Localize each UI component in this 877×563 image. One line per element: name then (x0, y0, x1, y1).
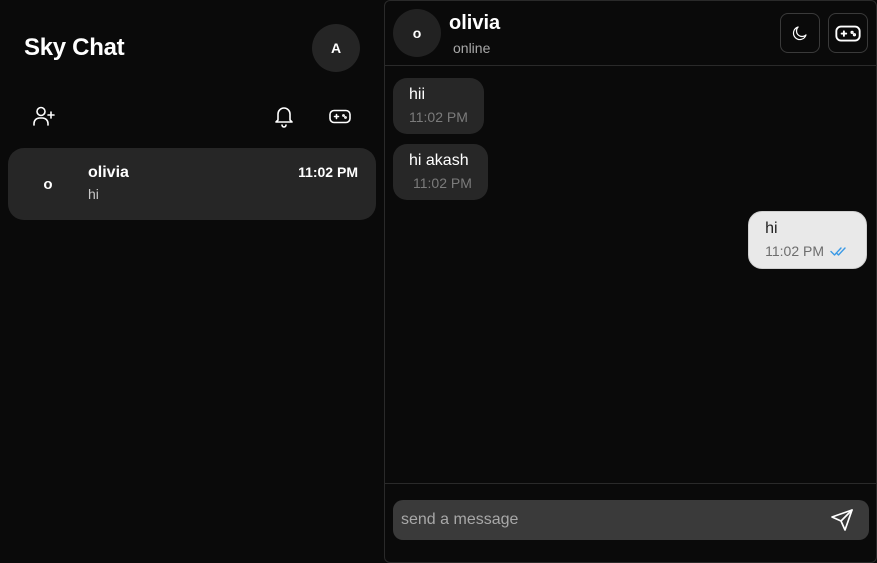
contact-avatar[interactable]: o (393, 9, 441, 57)
bell-icon (275, 107, 293, 128)
sidebar: Sky Chat A o olivia hi 11:02 PM (0, 0, 384, 563)
theme-toggle-button[interactable] (780, 13, 820, 53)
message-text: hi akash (409, 152, 469, 169)
games-button[interactable] (326, 102, 354, 130)
notifications-button[interactable] (270, 102, 298, 130)
composer (393, 500, 869, 540)
chat-header: o olivia online (385, 1, 876, 66)
conversation-time: 11:02 PM (298, 164, 358, 180)
message-time: 11:02 PM (765, 243, 824, 259)
add-friend-button[interactable] (30, 102, 58, 130)
conversation-avatar: o (43, 175, 53, 193)
message-meta: 11:02 PM (765, 242, 850, 260)
message-list: hii 11:02 PM hi akash 11:02 PM hi 11:02 … (385, 67, 876, 483)
gamepad-icon (835, 25, 861, 42)
message-bubble-incoming: hii 11:02 PM (393, 78, 484, 134)
games-header-button[interactable] (828, 13, 868, 53)
message-input[interactable] (393, 500, 813, 540)
moon-icon (792, 26, 807, 41)
conversation-preview: hi (88, 186, 99, 202)
message-time: 11:02 PM (409, 109, 468, 125)
gamepad-icon (329, 109, 351, 124)
contact-status: online (453, 40, 491, 56)
send-button[interactable] (829, 507, 855, 533)
conversation-item[interactable]: o olivia hi 11:02 PM (8, 148, 376, 220)
double-check-icon (830, 247, 846, 256)
contact-name: olivia (449, 12, 501, 34)
user-avatar-button[interactable]: A (312, 24, 360, 72)
message-text: hii (409, 86, 426, 103)
message-bubble-incoming: hi akash 11:02 PM (393, 144, 488, 200)
message-text: hi (765, 220, 778, 237)
message-time: 11:02 PM (413, 175, 472, 191)
composer-bar (385, 483, 876, 563)
conversation-name: olivia (88, 164, 129, 181)
app-title: Sky Chat (24, 34, 125, 61)
send-icon (831, 509, 853, 531)
message-bubble-outgoing: hi 11:02 PM (748, 211, 867, 269)
user-plus-icon (33, 106, 55, 126)
chat-panel: o olivia online hii 11:02 PM hi akash 11… (384, 0, 877, 563)
